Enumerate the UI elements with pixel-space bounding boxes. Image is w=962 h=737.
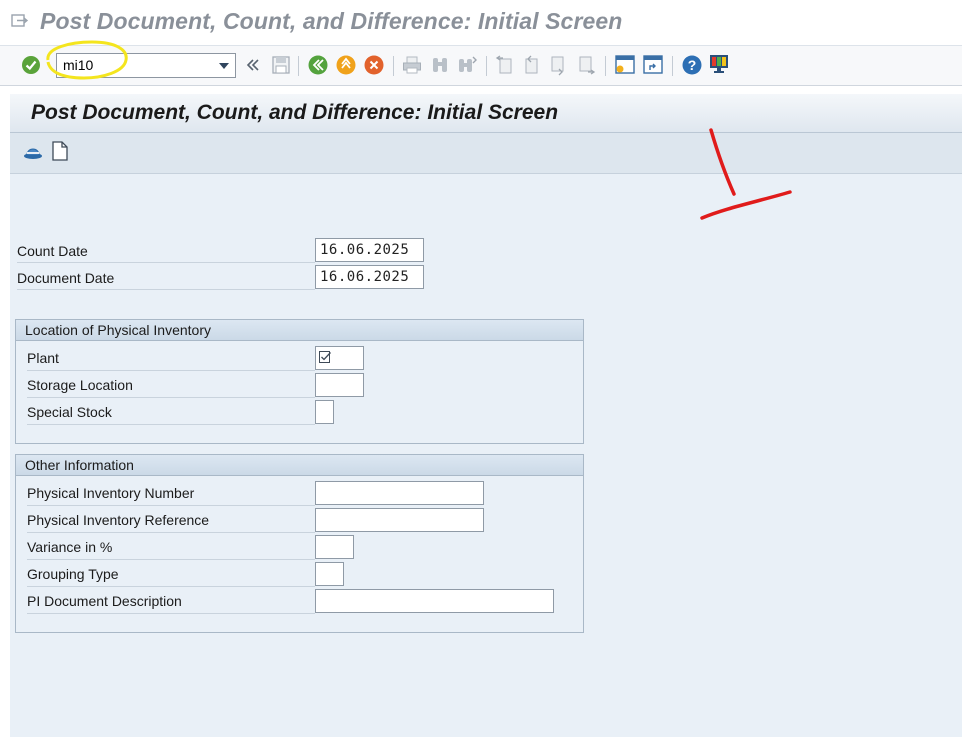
find-next-icon[interactable] xyxy=(456,54,478,76)
first-page-icon[interactable] xyxy=(494,54,516,76)
pi-number-label: Physical Inventory Number xyxy=(27,485,195,501)
create-session-icon[interactable] xyxy=(614,54,636,76)
count-date-field[interactable]: 16.06.2025 xyxy=(315,238,424,262)
toolbar-separator xyxy=(672,56,673,76)
row-divider xyxy=(27,532,315,533)
row-divider xyxy=(27,559,315,560)
print-icon[interactable] xyxy=(401,54,423,76)
special-stock-field[interactable] xyxy=(315,400,334,424)
shortcut-icon[interactable] xyxy=(642,54,664,76)
plant-field[interactable] xyxy=(315,346,364,370)
toolbar-separator xyxy=(393,56,394,76)
exit-icon[interactable] xyxy=(335,54,357,76)
hat-icon[interactable] xyxy=(22,141,44,163)
highlight-circle xyxy=(46,40,128,80)
other-information-group: Other Information Physical Inventory Num… xyxy=(15,454,584,633)
other-information-title: Other Information xyxy=(25,457,134,473)
location-group-title: Location of Physical Inventory xyxy=(25,322,211,338)
row-divider xyxy=(27,505,315,506)
other-information-header: Other Information xyxy=(16,455,583,476)
row-divider xyxy=(17,289,315,290)
chevron-down-icon[interactable] xyxy=(219,63,229,69)
next-page-icon[interactable] xyxy=(548,54,570,76)
row-divider xyxy=(27,370,315,371)
variance-field[interactable] xyxy=(315,535,354,559)
pi-reference-label: Physical Inventory Reference xyxy=(27,512,210,528)
storage-location-label: Storage Location xyxy=(27,377,133,393)
pi-number-field[interactable] xyxy=(315,481,484,505)
previous-page-icon[interactable] xyxy=(520,54,542,76)
toolbar-separator xyxy=(605,56,606,76)
document-icon[interactable] xyxy=(50,140,70,162)
grouping-type-field[interactable] xyxy=(315,562,344,586)
document-date-label: Document Date xyxy=(17,270,115,286)
save-icon[interactable] xyxy=(270,54,292,76)
back-icon[interactable] xyxy=(307,54,329,76)
customize-layout-icon[interactable] xyxy=(708,53,730,75)
toolbar-separator xyxy=(298,56,299,76)
count-date-label: Count Date xyxy=(17,243,88,259)
location-group: Location of Physical Inventory Plant Sto… xyxy=(15,319,584,444)
help-icon[interactable]: ? xyxy=(681,54,703,76)
menu-icon[interactable] xyxy=(11,13,29,29)
pi-description-label: PI Document Description xyxy=(27,593,182,609)
storage-location-field[interactable] xyxy=(315,373,364,397)
pi-reference-field[interactable] xyxy=(315,508,484,532)
special-stock-label: Special Stock xyxy=(27,404,112,420)
checkbox-icon xyxy=(319,351,331,363)
find-icon[interactable] xyxy=(429,54,451,76)
row-divider xyxy=(27,397,315,398)
cancel-icon[interactable] xyxy=(363,54,385,76)
page-title: Post Document, Count, and Difference: In… xyxy=(31,101,559,124)
document-date-field[interactable]: 16.06.2025 xyxy=(315,265,424,289)
pi-description-field[interactable] xyxy=(315,589,554,613)
location-group-header: Location of Physical Inventory xyxy=(16,320,583,341)
window-title-bar: Post Document, Count, and Difference: In… xyxy=(0,0,962,46)
annotation-mark xyxy=(700,128,792,220)
row-divider xyxy=(17,262,315,263)
enter-icon[interactable] xyxy=(20,54,42,76)
back-double-icon[interactable] xyxy=(244,54,262,76)
plant-label: Plant xyxy=(27,350,59,366)
row-divider xyxy=(27,613,315,614)
grouping-type-label: Grouping Type xyxy=(27,566,119,582)
row-divider xyxy=(27,586,315,587)
content-area: Post Document, Count, and Difference: In… xyxy=(10,94,962,737)
window-title: Post Document, Count, and Difference: In… xyxy=(40,8,623,34)
application-toolbar xyxy=(10,133,962,174)
page-header: Post Document, Count, and Difference: In… xyxy=(10,94,962,133)
toolbar-separator xyxy=(486,56,487,76)
variance-label: Variance in % xyxy=(27,539,113,555)
last-page-icon[interactable] xyxy=(576,54,598,76)
svg-text:?: ? xyxy=(688,57,697,73)
row-divider xyxy=(27,424,315,425)
